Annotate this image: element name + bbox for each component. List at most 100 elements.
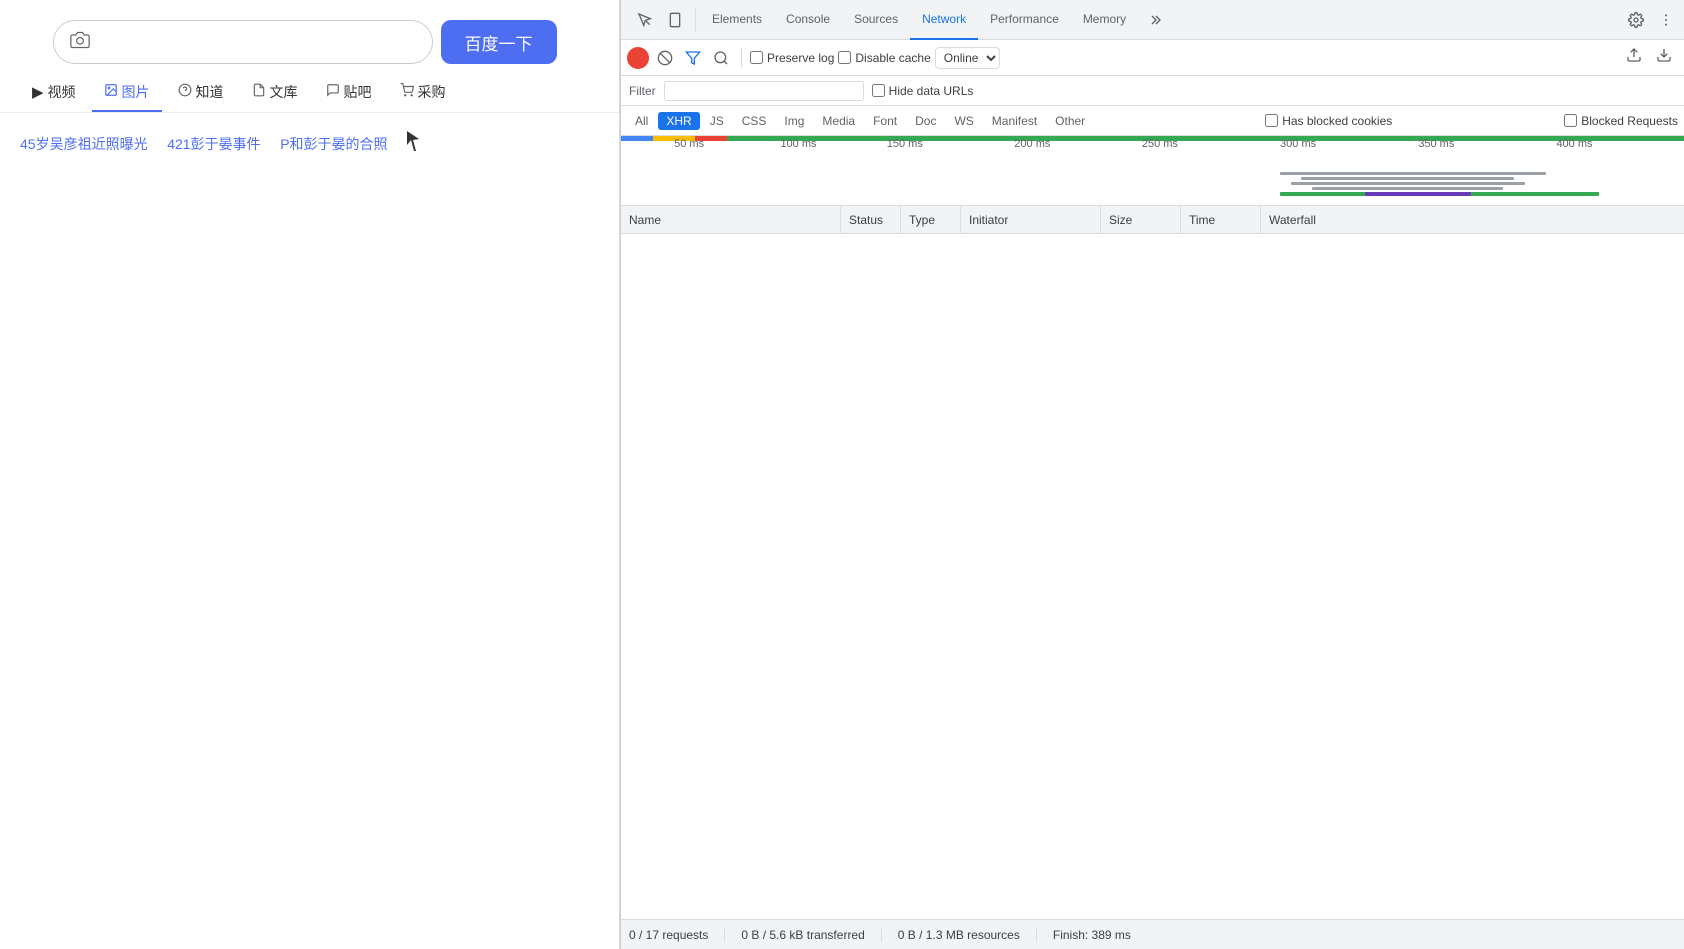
nav-tab-caigou-label: 采购 <box>418 82 446 102</box>
search-button[interactable] <box>709 48 733 68</box>
color-segment-blue <box>621 136 653 141</box>
tab-performance[interactable]: Performance <box>978 0 1071 40</box>
nav-tab-caigou[interactable]: 采购 <box>388 74 458 112</box>
tab-memory[interactable]: Memory <box>1071 0 1138 40</box>
th-type-label: Type <box>909 213 935 227</box>
has-blocked-cookies-label[interactable]: Has blocked cookies <box>1265 114 1392 128</box>
record-button[interactable] <box>627 47 649 69</box>
suggestions-area: 45岁吴彦祖近照曝光 421彭于晏事件 P和彭于晏的合照 <box>0 113 619 170</box>
timeline-area: 50 ms 100 ms 150 ms 200 ms 250 ms 300 ms… <box>621 136 1684 206</box>
filter-input[interactable] <box>664 81 864 101</box>
disable-cache-text: Disable cache <box>855 51 930 65</box>
nav-tab-wenku-label: 文库 <box>270 82 298 102</box>
marker-400ms: 400 ms <box>1556 138 1592 150</box>
hide-data-urls-checkbox[interactable] <box>872 84 885 97</box>
devtools-tabs: Elements Console Sources Network Perform… <box>621 0 1684 40</box>
th-size-label: Size <box>1109 213 1132 227</box>
tab-elements[interactable]: Elements <box>700 0 774 40</box>
suggestion-0[interactable]: 45岁吴彦祖近照曝光 <box>20 136 148 152</box>
requests-count: 0 / 17 requests <box>629 928 708 942</box>
throttle-select[interactable]: Online <box>935 47 1000 69</box>
th-waterfall[interactable]: Waterfall <box>1261 206 1684 233</box>
table-body[interactable] <box>621 234 1684 919</box>
finish-time: Finish: 389 ms <box>1053 928 1131 942</box>
wf-bar-gray-1 <box>1280 172 1546 175</box>
more-tabs-btn[interactable] <box>1140 8 1168 32</box>
tab-network[interactable]: Network <box>910 0 978 40</box>
marker-100ms: 100 ms <box>780 138 816 150</box>
hide-data-urls-label[interactable]: Hide data URLs <box>872 84 974 98</box>
disable-cache-checkbox[interactable] <box>838 51 851 64</box>
filter-ws[interactable]: WS <box>946 112 981 130</box>
th-initiator-label: Initiator <box>969 213 1008 227</box>
tab-sources[interactable]: Sources <box>842 0 910 40</box>
has-blocked-cookies-checkbox[interactable] <box>1265 114 1278 127</box>
network-toolbar: Preserve log Disable cache Online <box>621 40 1684 76</box>
marker-150ms: 150 ms <box>887 138 923 150</box>
th-time[interactable]: Time <box>1181 206 1261 233</box>
marker-300ms: 300 ms <box>1280 138 1316 150</box>
suggestion-1[interactable]: 421彭于晏事件 <box>167 136 260 152</box>
resources-size: 0 B / 1.3 MB resources <box>898 928 1020 942</box>
toolbar-divider-1 <box>741 48 742 68</box>
hide-data-urls-text: Hide data URLs <box>889 84 974 98</box>
nav-tab-tieba[interactable]: 贴吧 <box>314 74 384 112</box>
transferred-size: 0 B / 5.6 kB transferred <box>741 928 864 942</box>
export-button[interactable] <box>1650 45 1678 70</box>
preserve-log-label[interactable]: Preserve log <box>750 51 834 65</box>
import-button[interactable] <box>1620 45 1648 70</box>
filter-media[interactable]: Media <box>814 112 863 130</box>
wf-bar-gray-3 <box>1291 182 1525 185</box>
filter-css[interactable]: CSS <box>734 112 775 130</box>
tieba-icon <box>326 83 340 101</box>
camera-icon-btn[interactable] <box>66 26 94 59</box>
status-bar: 0 / 17 requests 0 B / 5.6 kB transferred… <box>621 919 1684 949</box>
import-export-btns <box>1620 45 1678 70</box>
nav-tab-video[interactable]: ▶ 视频 <box>20 74 88 112</box>
filter-all[interactable]: All <box>627 112 656 130</box>
nav-tab-zhidao[interactable]: 知道 <box>166 74 236 112</box>
blocked-requests-checkbox[interactable] <box>1564 114 1577 127</box>
disable-cache-label[interactable]: Disable cache <box>838 51 930 65</box>
filter-row: Filter Hide data URLs <box>621 76 1684 106</box>
table-header: Name Status Type Initiator Size Time Wat… <box>621 206 1684 234</box>
device-toolbar-icon-btn[interactable] <box>661 8 689 32</box>
filter-xhr[interactable]: XHR <box>658 112 699 130</box>
suggestion-2[interactable]: P和彭于晏的合照 <box>280 136 387 152</box>
devtools-more-btn[interactable] <box>1652 8 1680 32</box>
filter-manifest[interactable]: Manifest <box>984 112 1045 130</box>
inspect-element-icon-btn[interactable] <box>631 8 659 32</box>
th-name-label: Name <box>629 213 661 227</box>
image-icon <box>104 83 118 101</box>
blocked-requests-label[interactable]: Blocked Requests <box>1564 114 1678 128</box>
th-size[interactable]: Size <box>1101 206 1181 233</box>
settings-gear-icon-btn[interactable] <box>1622 8 1650 32</box>
th-status-label: Status <box>849 213 883 227</box>
type-filter-row: All XHR JS CSS Img Media Font Doc WS Man… <box>621 106 1684 136</box>
baidu-search-button[interactable]: 百度一下 <box>441 20 557 64</box>
marker-250ms: 250 ms <box>1142 138 1178 150</box>
th-type[interactable]: Type <box>901 206 961 233</box>
filter-other[interactable]: Other <box>1047 112 1093 130</box>
nav-tab-wenku[interactable]: 文库 <box>240 74 310 112</box>
status-divider-2 <box>881 928 882 942</box>
clear-button[interactable] <box>653 48 677 68</box>
nav-tab-image[interactable]: 图片 <box>92 74 162 112</box>
preserve-log-checkbox[interactable] <box>750 51 763 64</box>
nav-tab-zhidao-label: 知道 <box>196 82 224 102</box>
th-initiator[interactable]: Initiator <box>961 206 1101 233</box>
filter-doc[interactable]: Doc <box>907 112 944 130</box>
blocked-requests-text: Blocked Requests <box>1581 114 1678 128</box>
nav-tabs-row: ▶ 视频 图片 知道 <box>0 74 619 113</box>
filter-label: Filter <box>629 84 656 98</box>
filter-font[interactable]: Font <box>865 112 905 130</box>
marker-200ms: 200 ms <box>1014 138 1050 150</box>
filter-js[interactable]: JS <box>702 112 732 130</box>
waterfall-bars <box>621 168 1684 205</box>
filter-img[interactable]: Img <box>776 112 812 130</box>
browser-panel: 百度一下 ▶ 视频 图片 <box>0 0 620 949</box>
th-status[interactable]: Status <box>841 206 901 233</box>
filter-button[interactable] <box>681 48 705 68</box>
th-name[interactable]: Name <box>621 206 841 233</box>
tab-console[interactable]: Console <box>774 0 842 40</box>
